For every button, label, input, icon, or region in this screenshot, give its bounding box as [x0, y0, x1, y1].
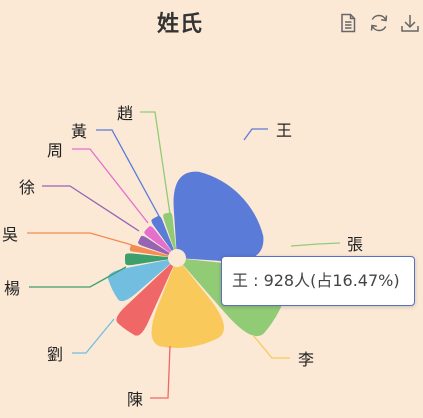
- rose-pie-chart: 王張李陳 劉 楊 吳 徐周黃 趙: [2, 104, 363, 409]
- label-line-1: [290, 242, 341, 247]
- slice-label-1: 張: [347, 235, 363, 254]
- tooltip: 王 : 928人(占16.47%): [221, 256, 415, 306]
- slice-label-2: 李: [298, 350, 314, 369]
- label-line-6: [27, 232, 133, 246]
- slice-label-3: 陳: [127, 390, 143, 409]
- slice-label-8: 周: [47, 141, 63, 160]
- label-line-0: [243, 128, 268, 141]
- slice-label-4: 劉: [47, 345, 63, 364]
- label-line-10: [140, 111, 171, 215]
- label-line-3: [150, 345, 171, 399]
- slice-label-6: 吳: [2, 225, 18, 244]
- pie-slice-0[interactable]: [173, 171, 264, 262]
- slice-label-0: 王: [276, 121, 292, 140]
- label-line-4: [72, 318, 115, 354]
- slice-label-9: 黃: [71, 122, 87, 141]
- label-line-2: [252, 334, 290, 359]
- slice-label-5: 楊: [4, 279, 20, 298]
- slice-label-10: 趙: [117, 104, 133, 123]
- label-line-9: [96, 129, 161, 219]
- slice-label-7: 徐: [19, 178, 35, 197]
